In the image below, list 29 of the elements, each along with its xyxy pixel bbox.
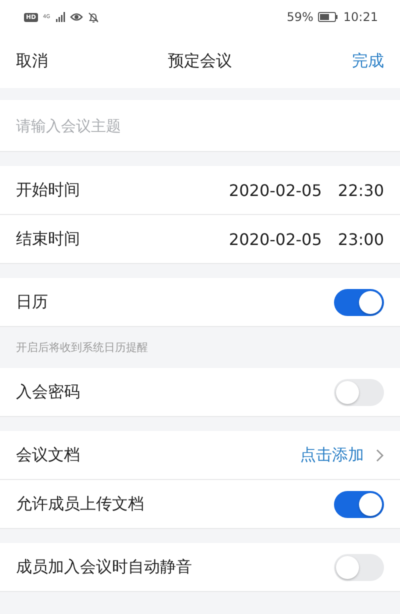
time-row[interactable]: 开始时间 2020-02-05 22:30 — [0, 166, 400, 215]
done-button[interactable]: 完成 — [352, 50, 384, 72]
row-label: 入会密码 — [16, 382, 81, 402]
date-value: 2020-02-05 — [228, 230, 322, 248]
eye-icon — [70, 12, 84, 22]
chevron-right-icon — [376, 448, 384, 462]
topic-input-field[interactable]: 请输入会议主题 — [0, 100, 400, 152]
toggle-switch[interactable] — [334, 288, 384, 316]
time-value: 22:30 — [338, 180, 384, 200]
toggle-switch[interactable] — [334, 378, 384, 406]
date-value: 2020-02-05 — [228, 180, 322, 200]
battery-percent: 59% — [286, 10, 314, 24]
row-label: 允许成员上传文档 — [16, 494, 145, 514]
time-value: 23:00 — [338, 230, 384, 248]
signal-icon — [55, 12, 66, 22]
add-link[interactable]: 点击添加 — [300, 444, 364, 466]
cancel-button[interactable]: 取消 — [16, 50, 48, 72]
row-label: 日历 — [16, 292, 49, 312]
row-label: 开始时间 — [16, 180, 81, 200]
row-label: 结束时间 — [16, 228, 81, 250]
row-label: 成员加入会议时自动静音 — [16, 556, 193, 578]
muted-bell-icon — [88, 12, 100, 22]
battery-icon — [318, 12, 338, 22]
time-row[interactable]: 结束时间 2020-02-05 23:00 — [0, 215, 400, 264]
clock-time: 10:21 — [343, 10, 378, 24]
toggle-switch[interactable] — [334, 554, 384, 580]
page-title: 预定会议 — [168, 50, 232, 72]
toggle-switch[interactable] — [334, 490, 384, 518]
row-label: 会议文档 — [16, 444, 81, 466]
